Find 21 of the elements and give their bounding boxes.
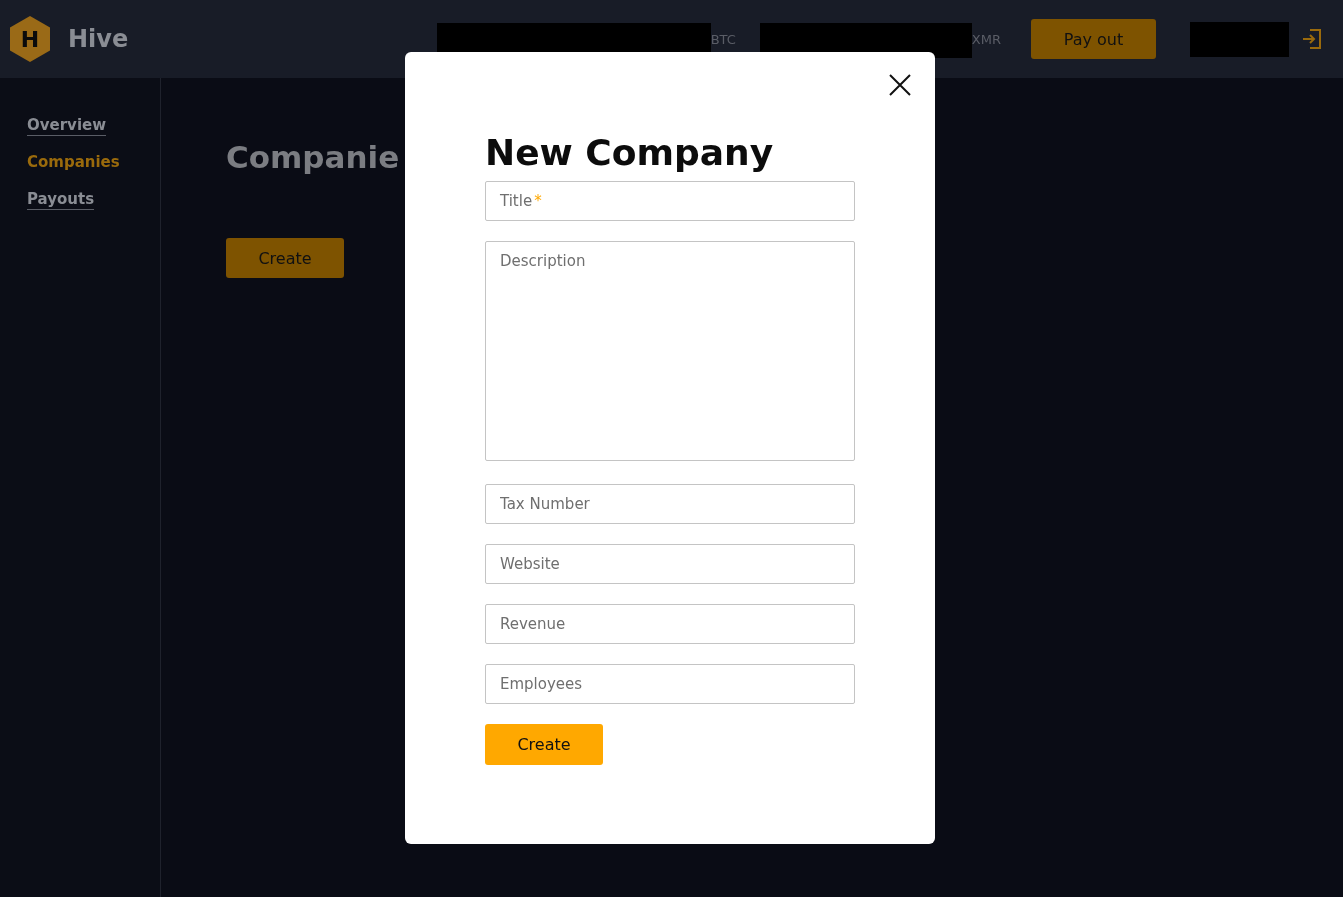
input-field[interactable]: Title* xyxy=(485,181,855,221)
textarea-field[interactable]: Description xyxy=(485,241,855,461)
brand-name: Hive xyxy=(68,25,129,53)
create-button[interactable]: Create xyxy=(485,724,603,765)
currency-label: BTC xyxy=(710,31,736,47)
required-mark: * xyxy=(534,192,542,210)
sidebar-link[interactable]: Payouts xyxy=(27,190,95,210)
page-heading: Companie xyxy=(226,138,400,177)
logout-icon[interactable] xyxy=(1301,28,1323,50)
modal-title: New Company xyxy=(485,131,774,175)
create-button[interactable]: Create xyxy=(226,238,344,278)
sidebar-link[interactable]: Companies xyxy=(27,153,120,173)
input-field[interactable]: Tax Number xyxy=(485,484,855,524)
pay-out-button[interactable]: Pay out xyxy=(1031,19,1156,59)
input-field[interactable]: Employees xyxy=(485,664,855,704)
close-icon[interactable] xyxy=(889,74,911,96)
logo-icon: H xyxy=(10,16,50,62)
input-field[interactable]: Revenue xyxy=(485,604,855,644)
sidebar-link[interactable]: Overview xyxy=(27,116,107,136)
currency-label: XMR xyxy=(971,31,1001,47)
input-field[interactable]: Website xyxy=(485,544,855,584)
